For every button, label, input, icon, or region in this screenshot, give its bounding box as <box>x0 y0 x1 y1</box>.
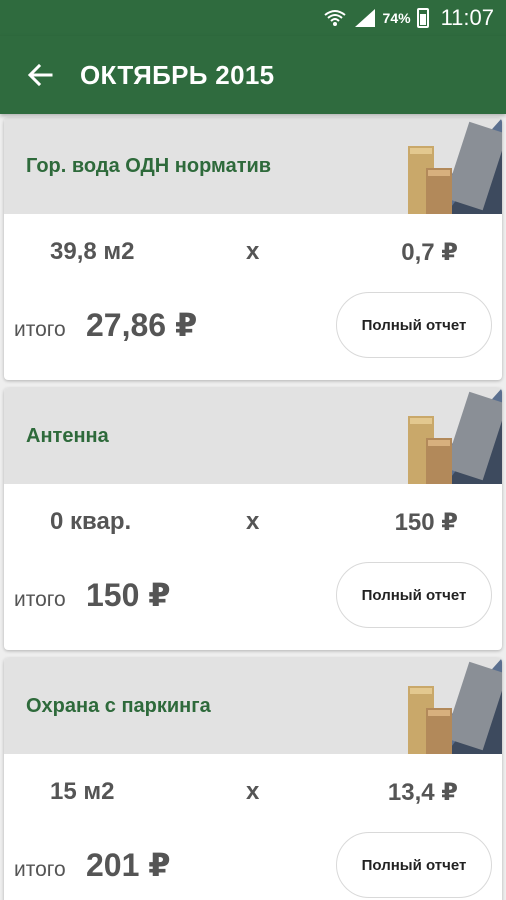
unit-price: 150 ₽ <box>394 509 458 536</box>
full-report-button[interactable]: Полный отчет <box>336 562 492 628</box>
multiply-sign: x <box>246 238 260 265</box>
battery-icon <box>416 8 429 28</box>
page-title: ОКТЯБРЬ 2015 <box>80 59 275 90</box>
card-header: Антенна <box>4 388 502 484</box>
coins-calculator-image <box>376 388 502 484</box>
total-value: 27,86 ₽ <box>86 307 198 343</box>
unit-price: 13,4 ₽ <box>387 779 458 806</box>
clock: 11:07 <box>440 5 494 30</box>
multiply-sign: x <box>246 508 260 535</box>
total-label: итого <box>14 858 66 881</box>
arrow-back-icon <box>27 63 53 87</box>
service-card: Гор. вода ОДН норматив 39,8 м2 x 0,7 ₽ и… <box>4 118 502 380</box>
unit-price: 0,7 ₽ <box>401 239 458 266</box>
battery-percent: 74% <box>382 10 411 26</box>
signal-icon <box>353 7 377 29</box>
quantity: 15 м2 <box>50 778 115 805</box>
multiply-sign: x <box>246 778 260 805</box>
full-report-button[interactable]: Полный отчет <box>336 832 492 898</box>
service-card: Антенна 0 квар. x 150 ₽ итого 150 ₽ Полн… <box>4 388 502 650</box>
quantity: 39,8 м2 <box>50 238 135 265</box>
service-name: Антенна <box>26 424 109 447</box>
full-report-button[interactable]: Полный отчет <box>336 292 492 358</box>
coins-calculator-image <box>376 658 502 754</box>
total-value: 201 ₽ <box>86 847 171 883</box>
service-card: Охрана с паркинга 15 м2 x 13,4 ₽ итого 2… <box>4 658 502 900</box>
quantity: 0 квар. <box>50 508 132 535</box>
total-label: итого <box>14 318 66 341</box>
card-header: Охрана с паркинга <box>4 658 502 754</box>
wifi-icon <box>323 7 347 29</box>
total-value: 150 ₽ <box>86 577 171 613</box>
back-button[interactable] <box>0 36 80 114</box>
coins-calculator-image <box>376 118 502 214</box>
service-name: Гор. вода ОДН норматив <box>26 154 272 177</box>
status-bar: 74% 11:07 <box>0 0 506 36</box>
app-bar: ОКТЯБРЬ 2015 <box>0 36 506 114</box>
card-header: Гор. вода ОДН норматив <box>4 118 502 214</box>
total-label: итого <box>14 588 66 611</box>
service-name: Охрана с паркинга <box>26 694 211 717</box>
